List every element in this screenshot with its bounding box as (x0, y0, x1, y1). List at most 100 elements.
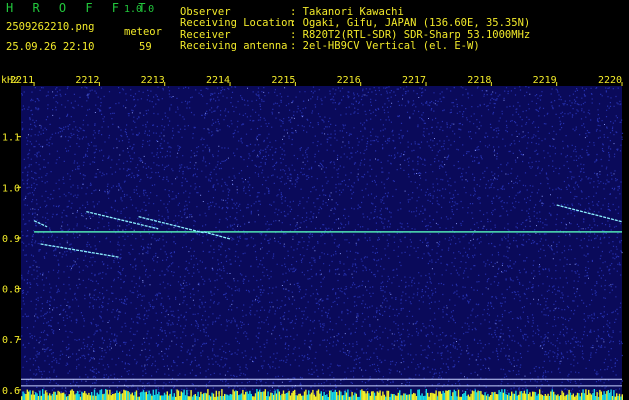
activity-bar (366, 391, 369, 400)
activity-bar (578, 393, 580, 400)
activity-bar (345, 392, 348, 400)
activity-bar (22, 391, 24, 400)
activity-bar (179, 396, 181, 400)
activity-bar (610, 389, 612, 400)
activity-bar (295, 395, 297, 400)
activity-bar (170, 389, 173, 400)
activity-bar (187, 396, 189, 400)
activity-bar (43, 393, 45, 400)
activity-bar (308, 390, 310, 400)
activity-bar (581, 392, 583, 400)
activity-bar (432, 393, 434, 400)
activity-bar (506, 394, 509, 400)
activity-bar (219, 396, 222, 400)
activity-bar (481, 394, 483, 400)
activity-bar (57, 390, 59, 400)
activity-bar (162, 395, 164, 400)
activity-bar (532, 391, 534, 400)
activity-bar (602, 394, 604, 400)
activity-bar (242, 390, 244, 400)
activity-bar (225, 394, 227, 400)
activity-bar (522, 393, 524, 400)
activity-bar (329, 390, 331, 400)
activity-bar (617, 395, 619, 400)
activity-bar (450, 396, 453, 400)
activity-bar (484, 392, 486, 400)
activity-bar (98, 394, 100, 400)
activity-bar (271, 393, 273, 400)
activity-bar (231, 394, 233, 400)
app-version: 1.0.0 (124, 4, 155, 15)
activity-bar (331, 392, 334, 400)
activity-bar (420, 395, 422, 400)
activity-bar (194, 394, 196, 400)
activity-bar (33, 394, 35, 400)
activity-bar (26, 389, 28, 400)
activity-bar (86, 394, 89, 400)
activity-bar (201, 394, 203, 400)
activity-bar (84, 391, 86, 400)
activity-bar (436, 396, 439, 400)
activity-bar (169, 393, 171, 400)
activity-bar (151, 395, 153, 400)
activity-bar (152, 389, 154, 400)
activity-bar (65, 396, 68, 400)
activity-bar (259, 389, 261, 400)
y-tick-label: 0.8 (2, 285, 20, 296)
activity-bar (512, 393, 514, 400)
activity-bar (537, 393, 539, 400)
activity-bar (361, 389, 363, 400)
activity-bar (452, 392, 454, 400)
activity-bar (173, 393, 175, 400)
activity-bar (54, 391, 56, 400)
activity-bar (476, 392, 478, 400)
activity-bar (238, 395, 240, 400)
activity-bar (193, 394, 195, 400)
activity-bar (588, 389, 590, 400)
activity-bar (218, 391, 220, 400)
activity-bar (144, 392, 146, 400)
activity-bar (446, 390, 448, 400)
activity-bar (247, 393, 250, 400)
activity-bar (582, 389, 584, 400)
activity-bar (165, 394, 167, 400)
activity-bar (149, 393, 152, 400)
activity-bar (310, 392, 313, 400)
timestamp: 25.09.26 22:10 (6, 41, 95, 53)
activity-bar (492, 392, 495, 400)
activity-bar (399, 390, 401, 400)
activity-bar (368, 393, 370, 400)
activity-bar (382, 391, 384, 400)
activity-bar (369, 395, 371, 400)
activity-bar (204, 392, 206, 400)
activity-bar (541, 395, 544, 400)
activity-bar (93, 389, 96, 400)
activity-bar (435, 390, 437, 400)
activity-bar (620, 396, 622, 400)
activity-bar (445, 390, 447, 400)
activity-bar (478, 391, 481, 400)
activity-bar (128, 392, 131, 400)
activity-bar (245, 391, 247, 400)
activity-bar (316, 390, 318, 400)
activity-bar (60, 393, 62, 400)
activity-bar (135, 390, 138, 400)
activity-bar (364, 391, 366, 400)
activity-bar (313, 394, 315, 400)
activity-bar (547, 393, 549, 400)
activity-bar (58, 391, 61, 400)
activity-bar (268, 396, 271, 400)
activity-bar (309, 394, 311, 400)
activity-bar (124, 390, 126, 400)
activity-bar (166, 391, 168, 400)
activity-bar (462, 394, 464, 400)
activity-bar (102, 394, 104, 400)
activity-bar (621, 394, 623, 400)
activity-bar (394, 395, 397, 400)
activity-bar (81, 391, 83, 400)
activity-bar (106, 389, 108, 400)
activity-bar (544, 394, 546, 400)
activity-bar (527, 394, 530, 400)
activity-bar (470, 393, 472, 400)
activity-bar (491, 392, 493, 400)
